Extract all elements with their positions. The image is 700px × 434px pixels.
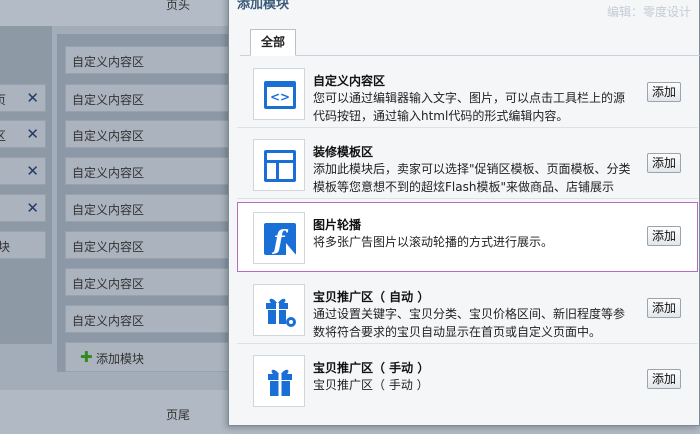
add-button[interactable]: 添加 — [647, 369, 681, 389]
flash-icon: f — [253, 212, 305, 264]
left-module-row[interactable]: ✕ — [0, 194, 46, 222]
module-row[interactable]: 自定义内容区 — [65, 268, 231, 296]
svg-text:<>: <> — [270, 90, 290, 104]
add-button[interactable]: 添加 — [647, 153, 681, 173]
module-row[interactable]: 自定义内容区 — [65, 120, 231, 148]
left-column — [0, 26, 52, 344]
add-button[interactable]: 添加 — [647, 82, 681, 102]
gift-gear-icon — [253, 284, 305, 336]
left-module-row[interactable]: 区 ✕ — [0, 120, 46, 148]
header-label: 页头 — [166, 0, 191, 12]
left-add-module-row[interactable]: 块 — [0, 231, 46, 259]
item-title: 图片轮播 — [313, 218, 362, 232]
module-list: <> 自定义内容区 您可以通过编辑器输入文字、图片，可以点击工具栏上的源代码按钮… — [237, 58, 698, 414]
dialog-title: 添加模块 — [237, 0, 290, 12]
watermark: 编辑：零度设计 — [606, 5, 691, 19]
item-description: 宝贝推广区（ 手动 ） — [313, 378, 429, 392]
remove-icon[interactable]: ✕ — [26, 125, 39, 143]
module-row[interactable]: 自定义内容区 — [65, 231, 231, 259]
tab-bar-line — [240, 55, 700, 56]
item-title: 自定义内容区 — [313, 74, 386, 88]
add-button[interactable]: 添加 — [647, 226, 681, 246]
module-row[interactable]: 自定义内容区 — [65, 194, 231, 222]
tab-all[interactable]: 全部 — [250, 29, 296, 56]
list-item: 宝贝推广区（ 手动 ） 宝贝推广区（ 手动 ） 添加 — [237, 345, 698, 415]
footer-label: 页尾 — [166, 408, 191, 422]
list-item: 装修模板区 添加此模块后，卖家可以选择"促销区模板、页面模板、分类模板等您意想不… — [237, 129, 698, 199]
add-module-button[interactable]: ✚ 添加模块 — [65, 342, 231, 372]
item-title: 宝贝推广区（ 自动 ） — [313, 290, 430, 304]
item-description: 添加此模块后，卖家可以选择"促销区模板、页面模板、分类模板等您意想不到的超炫Fl… — [313, 162, 631, 194]
left-module-row[interactable]: 页 ✕ — [0, 84, 46, 112]
module-row[interactable]: 自定义内容区 — [65, 157, 231, 185]
remove-icon[interactable]: ✕ — [26, 89, 39, 107]
list-item: 宝贝推广区（ 自动 ） 通过设置关键字、宝贝分类、宝贝价格区间、新旧程度等参数将… — [237, 274, 698, 344]
module-row[interactable]: 自定义内容区 — [65, 46, 231, 74]
item-title: 宝贝推广区（ 手动 ） — [313, 361, 430, 375]
add-button[interactable]: 添加 — [647, 298, 681, 318]
module-row[interactable]: 自定义内容区 — [65, 305, 231, 333]
item-description: 通过设置关键字、宝贝分类、宝贝价格区间、新旧程度等参数将符合要求的宝贝自动显示在… — [313, 307, 626, 339]
list-item: <> 自定义内容区 您可以通过编辑器输入文字、图片，可以点击工具栏上的源代码按钮… — [237, 58, 698, 128]
item-title: 装修模板区 — [313, 145, 374, 159]
remove-icon[interactable]: ✕ — [26, 162, 39, 180]
plus-icon: ✚ — [80, 348, 93, 366]
item-description: 将多张广告图片以滚动轮播的方式进行展示。 — [313, 235, 554, 249]
item-description: 您可以通过编辑器输入文字、图片，可以点击工具栏上的源代码按钮，通过输入html代… — [313, 91, 626, 123]
layout-template-icon — [253, 139, 305, 191]
module-row[interactable]: 自定义内容区 — [65, 84, 231, 112]
list-item-selected: f 图片轮播 将多张广告图片以滚动轮播的方式进行展示。 添加 — [237, 202, 698, 272]
code-editor-icon: <> — [253, 68, 305, 120]
left-module-row[interactable]: ✕ — [0, 157, 46, 185]
gift-icon — [253, 355, 305, 407]
remove-icon[interactable]: ✕ — [26, 199, 39, 217]
